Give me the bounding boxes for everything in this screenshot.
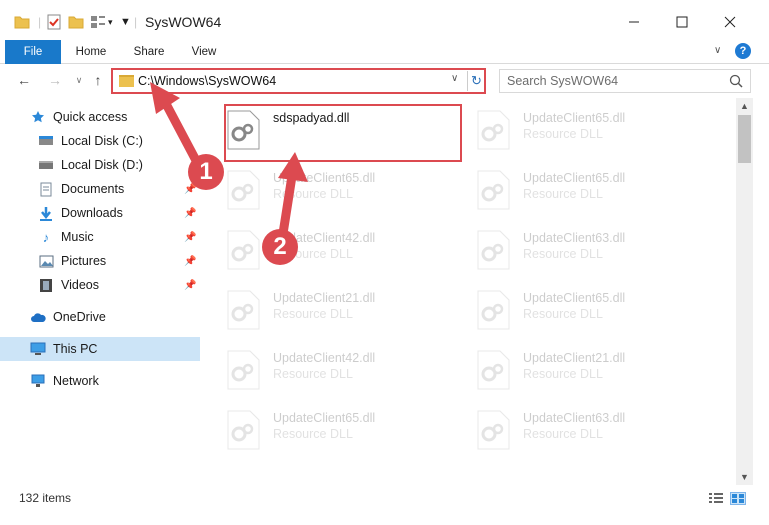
annotation-arrow-1 <box>150 82 205 173</box>
step-2-badge: 2 <box>262 229 298 265</box>
annotation-overlay <box>150 82 308 245</box>
step-1-badge: 1 <box>188 154 224 190</box>
annotation-arrow-2 <box>277 152 308 245</box>
